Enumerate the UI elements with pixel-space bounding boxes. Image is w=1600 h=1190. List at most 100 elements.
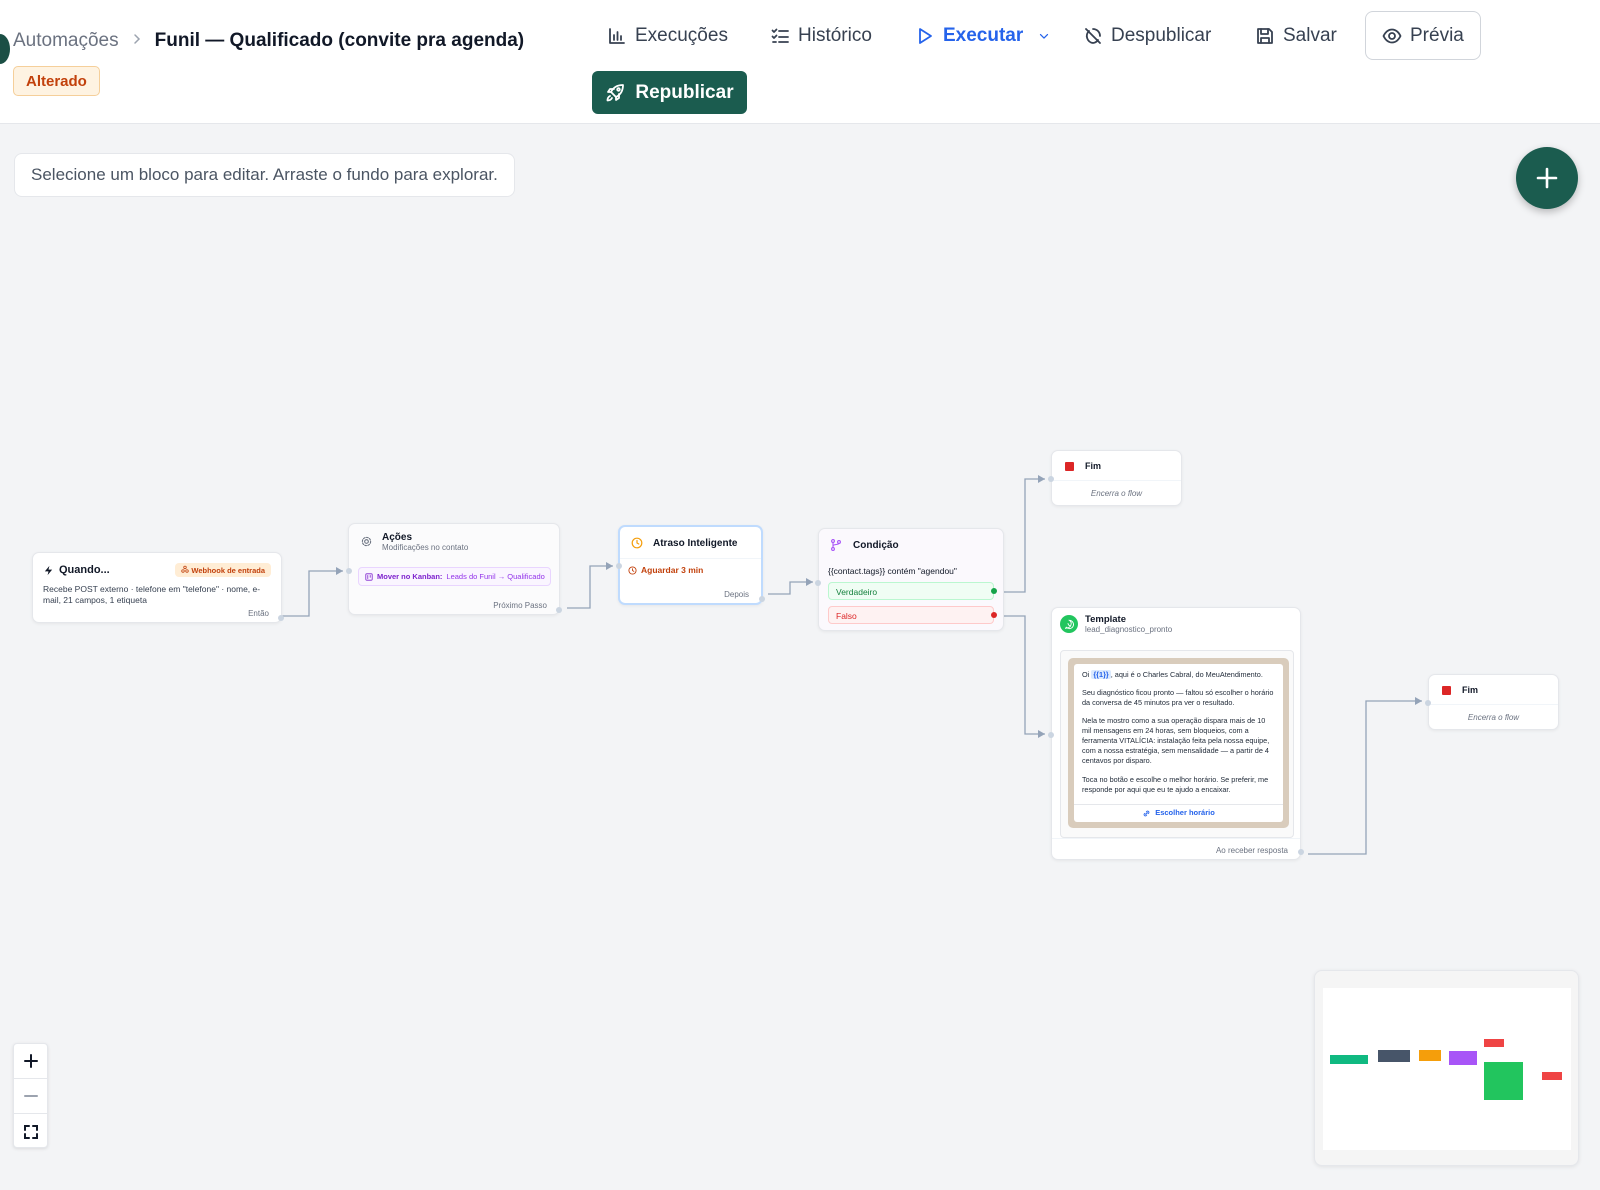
condition-node[interactable]: Condição {{contact.tags}} contém "agendo…	[815, 528, 1004, 631]
clock-icon	[631, 537, 643, 549]
whatsapp-message-bubble: Oi {{1}}, aqui é o Charles Cabral, do Me…	[1068, 658, 1289, 828]
template-in-port[interactable]	[1048, 732, 1054, 738]
delay-wait-label: Aguardar 3 min	[641, 565, 704, 575]
plus-icon	[1536, 167, 1558, 189]
condition-expression: {{contact.tags}} contém "agendou"	[828, 566, 957, 576]
add-block-button[interactable]	[1516, 147, 1578, 209]
actions-in-port[interactable]	[346, 568, 352, 574]
executions-label: Execuções	[635, 25, 728, 46]
schedule-button[interactable]: Escolher horário	[1074, 804, 1283, 822]
actions-subtitle: Modificações no contato	[382, 543, 469, 552]
delay-node[interactable]: Atraso Inteligente Aguardar 3 min Depois	[616, 525, 765, 605]
end-right-title: Fim	[1462, 685, 1479, 695]
trigger-out-port[interactable]	[278, 615, 284, 621]
page-title: Funil — Qualificado (convite pra agenda)	[154, 30, 525, 51]
chevron-down-icon[interactable]	[1037, 29, 1051, 43]
delay-out-port[interactable]	[759, 596, 765, 602]
zoom-controls	[13, 1043, 48, 1148]
zoom-in-button[interactable]	[14, 1044, 47, 1079]
actions-title: Ações	[382, 532, 413, 543]
webhook-badge-label: Webhook de entrada	[191, 566, 265, 575]
save-icon	[1255, 26, 1275, 46]
republish-button[interactable]: Republicar	[592, 71, 747, 114]
kanban-action-label: Mover no Kanban:	[377, 572, 443, 581]
bar-chart-icon	[607, 26, 627, 46]
edge-template-end	[1308, 700, 1422, 855]
unpublish-button[interactable]: Despublicar	[1083, 14, 1211, 58]
flow-canvas[interactable]: Selecione um bloco para editar. Arraste …	[0, 125, 1600, 1190]
message-paragraph-2: Seu diagnóstico ficou pronto — faltou só…	[1082, 688, 1274, 708]
greeting-before: Oi	[1082, 670, 1092, 679]
save-button[interactable]: Salvar	[1255, 14, 1337, 58]
condition-true-branch[interactable]: Verdadeiro	[828, 582, 994, 600]
end-right-subtitle: Encerra o flow	[1467, 713, 1520, 722]
edge-arrowhead	[806, 578, 813, 586]
minimap-node-condition	[1449, 1051, 1477, 1065]
history-label: Histórico	[798, 25, 872, 46]
unpublish-label: Despublicar	[1111, 25, 1212, 46]
template-subtitle: lead_diagnostico_pronto	[1085, 625, 1173, 634]
actions-node[interactable]: Ações Modificações no contato Mover no K…	[346, 523, 562, 615]
history-button[interactable]: Histórico	[770, 14, 872, 58]
condition-title: Condição	[853, 540, 899, 551]
end-top-title: Fim	[1085, 461, 1102, 471]
minimap-node-end-top	[1484, 1039, 1504, 1047]
actions-footer: Próximo Passo	[493, 601, 547, 610]
whatsapp-icon	[1060, 615, 1078, 633]
stop-icon	[1442, 686, 1451, 695]
avatar[interactable]	[0, 34, 10, 64]
condition-true-port[interactable]	[991, 588, 997, 594]
delay-title: Atraso Inteligente	[653, 538, 738, 549]
end-node-top[interactable]: Fim Encerra o flow	[1048, 450, 1182, 506]
edge-false-template	[1001, 615, 1045, 735]
end-node-right[interactable]: Fim Encerra o flow	[1425, 674, 1559, 730]
zoom-out-button[interactable]	[14, 1079, 47, 1114]
edge-arrowhead	[1415, 697, 1422, 705]
message-paragraph-4: Toca no botão e escolhe o melhor horário…	[1082, 774, 1269, 794]
edge-arrowhead	[1038, 475, 1045, 483]
edge-arrowhead	[1038, 730, 1045, 738]
kanban-icon	[365, 572, 373, 581]
link-icon	[1142, 809, 1151, 818]
template-node[interactable]: Template lead_diagnostico_pronto Oi {{1}…	[1048, 607, 1304, 860]
end-top-in-port[interactable]	[1048, 476, 1054, 482]
minimap-node-template	[1484, 1062, 1523, 1100]
minimap-node-trigger	[1330, 1055, 1368, 1064]
republish-label: Republicar	[635, 81, 734, 103]
condition-in-port[interactable]	[815, 580, 821, 586]
trigger-footer: Então	[248, 609, 269, 618]
executions-button[interactable]: Execuções	[607, 14, 728, 58]
webhook-badge: Webhook de entrada	[175, 563, 271, 577]
template-footer-divider	[1052, 838, 1300, 839]
execute-button[interactable]: Executar	[915, 14, 1051, 58]
schedule-button-label: Escolher horário	[1155, 808, 1215, 818]
unpublish-icon	[1083, 26, 1103, 46]
fit-view-button[interactable]	[14, 1114, 47, 1149]
actions-out-port[interactable]	[556, 607, 562, 613]
kanban-action-chip[interactable]: Mover no Kanban: Leads do Funil → Qualif…	[358, 567, 551, 586]
play-icon	[915, 26, 935, 46]
minimap[interactable]	[1314, 970, 1579, 1166]
delay-in-port[interactable]	[616, 563, 622, 569]
rocket-icon	[605, 83, 625, 103]
eye-icon	[1382, 26, 1402, 46]
template-variable: {{1}}	[1091, 670, 1111, 679]
breadcrumb: Automações Funil — Qualificado (convite …	[13, 30, 524, 52]
execute-label: Executar	[943, 25, 1024, 46]
condition-false-branch[interactable]: Falso	[828, 606, 994, 624]
trigger-node[interactable]: Quando... Webhook de entrada Recebe POST…	[32, 552, 284, 623]
branch-icon	[830, 539, 842, 551]
app-header: Automações Funil — Qualificado (convite …	[0, 0, 1600, 124]
trigger-description: Recebe POST externo · telefone em "telef…	[43, 584, 261, 606]
template-out-port[interactable]	[1298, 849, 1304, 855]
preview-button[interactable]: Prévia	[1365, 11, 1481, 60]
breadcrumb-automations-link[interactable]: Automações	[13, 30, 119, 52]
clock-small-icon	[628, 565, 637, 575]
delay-wait-row: Aguardar 3 min	[628, 565, 703, 575]
condition-false-port[interactable]	[991, 612, 997, 618]
chevron-right-icon	[131, 32, 143, 50]
edge-actions-delay	[567, 565, 613, 609]
end-top-subtitle: Encerra o flow	[1090, 489, 1143, 498]
end-right-divider	[1429, 704, 1558, 705]
end-right-in-port[interactable]	[1425, 700, 1431, 706]
